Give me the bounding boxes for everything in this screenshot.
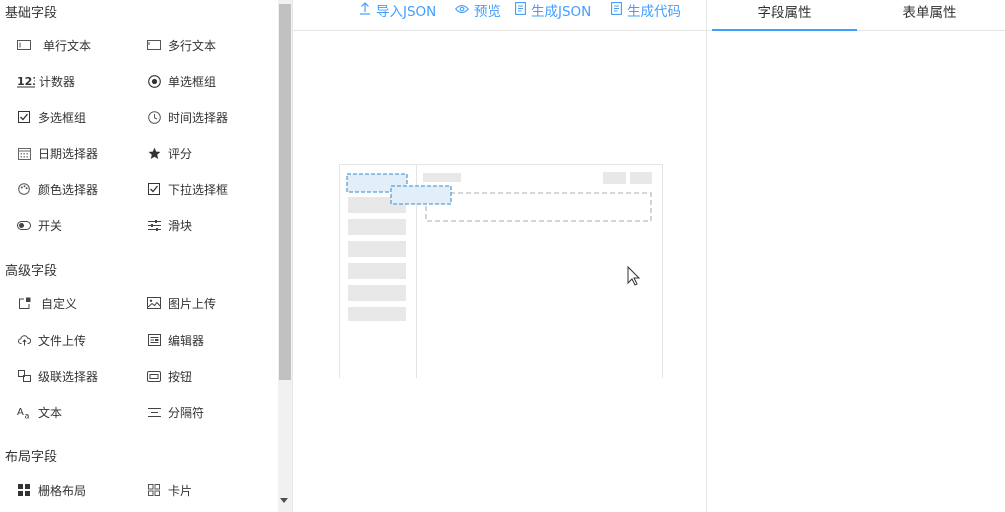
generate-json-label: 生成JSON (531, 4, 592, 20)
clock-icon (147, 110, 161, 124)
palette-item-radio[interactable]: 单选框组 (147, 70, 216, 92)
palette-item-switch[interactable]: 开关 (17, 214, 62, 236)
palette-item-editor[interactable]: 编辑器 (147, 329, 204, 351)
import-json-label: 导入JSON (376, 4, 437, 20)
divider-icon (147, 405, 161, 419)
palette-item-label: 按钮 (168, 369, 193, 384)
import-json-button[interactable]: 导入JSON (359, 0, 436, 20)
scroll-down-arrow-icon[interactable] (280, 498, 288, 503)
palette-item-label: 卡片 (168, 483, 193, 498)
select-icon (147, 182, 161, 196)
palette-item-label: 自定义 (41, 296, 78, 311)
palette-item-label: 计数器 (39, 74, 76, 89)
palette-item-rate[interactable]: 评分 (147, 142, 192, 164)
palette-item-checkbox[interactable]: 多选框组 (17, 106, 86, 128)
palette-item-grid[interactable]: 栅格布局 (17, 479, 86, 501)
palette-item-image-upload[interactable]: 图片上传 (147, 292, 216, 314)
card-icon (147, 483, 161, 497)
button-icon (147, 369, 161, 383)
palette-item-label: 图片上传 (168, 296, 217, 311)
palette-item-input[interactable]: 单行文本 (17, 34, 91, 56)
upload-arrow-icon (359, 1, 376, 19)
palette-item-label: 多行文本 (168, 38, 217, 53)
checkbox-icon (17, 110, 31, 124)
designer-toolbar: 导入JSON 预览 生成JSON 生成代码 (293, 0, 706, 31)
palette-item-label: 单选框组 (168, 74, 217, 89)
text-icon: Aa (17, 405, 31, 419)
radio-icon (147, 74, 161, 88)
grid-icon (17, 483, 31, 497)
group-title-basic: 基础字段 (5, 6, 58, 21)
palette-item-custom[interactable]: 自定义 (17, 292, 77, 314)
generate-json-button[interactable]: 生成JSON (515, 0, 591, 20)
palette-item-button[interactable]: 按钮 (147, 365, 192, 387)
eye-icon (454, 2, 474, 18)
palette-item-time[interactable]: 时间选择器 (147, 106, 228, 128)
palette-item-label: 分隔符 (168, 405, 205, 420)
textarea-icon (147, 38, 161, 52)
palette-item-label: 栅格布局 (38, 483, 87, 498)
palette-item-label: 文件上传 (38, 333, 87, 348)
cascader-icon (17, 369, 31, 383)
svg-text:A: A (17, 407, 24, 418)
svg-text:123: 123 (17, 75, 35, 88)
palette-item-label: 级联选择器 (38, 369, 99, 384)
palette-item-label: 多选框组 (38, 110, 87, 125)
palette-item-label: 日期选择器 (38, 146, 99, 161)
calendar-icon (17, 146, 31, 160)
number-icon: 123 (17, 74, 35, 88)
group-title-layout: 布局字段 (5, 450, 58, 465)
image-icon (147, 296, 161, 310)
properties-panel: 字段属性 表单属性 (706, 0, 1005, 512)
palette-item-file-upload[interactable]: 文件上传 (17, 329, 86, 351)
palette-item-color[interactable]: 颜色选择器 (17, 178, 98, 200)
custom-icon (17, 296, 31, 310)
editor-icon (147, 333, 161, 347)
palette-item-label: 下拉选择框 (168, 182, 229, 197)
generate-code-button[interactable]: 生成代码 (611, 0, 681, 20)
star-icon (147, 146, 161, 160)
document-icon (515, 1, 531, 19)
palette-item-label: 滑块 (168, 218, 193, 233)
document-icon (611, 1, 627, 19)
palette-item-textarea[interactable]: 多行文本 (147, 34, 216, 56)
svg-text:a: a (25, 411, 30, 419)
palette-item-label: 时间选择器 (168, 110, 229, 125)
input-icon (17, 38, 31, 52)
palette-item-date[interactable]: 日期选择器 (17, 142, 98, 164)
palette-item-label: 编辑器 (168, 333, 205, 348)
slider-icon (147, 218, 161, 232)
palette-item-cascader[interactable]: 级联选择器 (17, 365, 98, 387)
drag-hint-illustration (339, 164, 663, 378)
palette-item-select[interactable]: 下拉选择框 (147, 178, 228, 200)
palette-item-label: 颜色选择器 (38, 182, 99, 197)
upload-icon (17, 333, 31, 347)
palette-item-slider[interactable]: 滑块 (147, 214, 192, 236)
palette-item-text[interactable]: Aa 文本 (17, 401, 62, 423)
palette-item-label: 评分 (168, 146, 193, 161)
preview-label: 预览 (474, 4, 501, 20)
palette-item-divider[interactable]: 分隔符 (147, 401, 204, 423)
palette-item-label: 开关 (38, 218, 63, 233)
switch-icon (17, 218, 31, 232)
palette-item-number[interactable]: 123 计数器 (17, 70, 75, 92)
palette-item-label: 文本 (38, 405, 63, 420)
tab-form-properties[interactable]: 表单属性 (857, 0, 1002, 31)
properties-tabs: 字段属性 表单属性 (707, 0, 1005, 31)
palette-item-card[interactable]: 卡片 (147, 479, 192, 501)
tab-field-properties[interactable]: 字段属性 (712, 0, 857, 31)
generate-code-label: 生成代码 (627, 4, 681, 20)
palette-icon (17, 182, 31, 196)
palette-item-label: 单行文本 (43, 38, 92, 53)
preview-button[interactable]: 预览 (454, 0, 501, 20)
palette-scrollbar-thumb[interactable] (279, 4, 291, 380)
component-palette: 基础字段 单行文本 多行文本 123 计数器 单选框组 多选框组 时间选择器 日… (0, 0, 293, 512)
group-title-advanced: 高级字段 (5, 264, 58, 279)
